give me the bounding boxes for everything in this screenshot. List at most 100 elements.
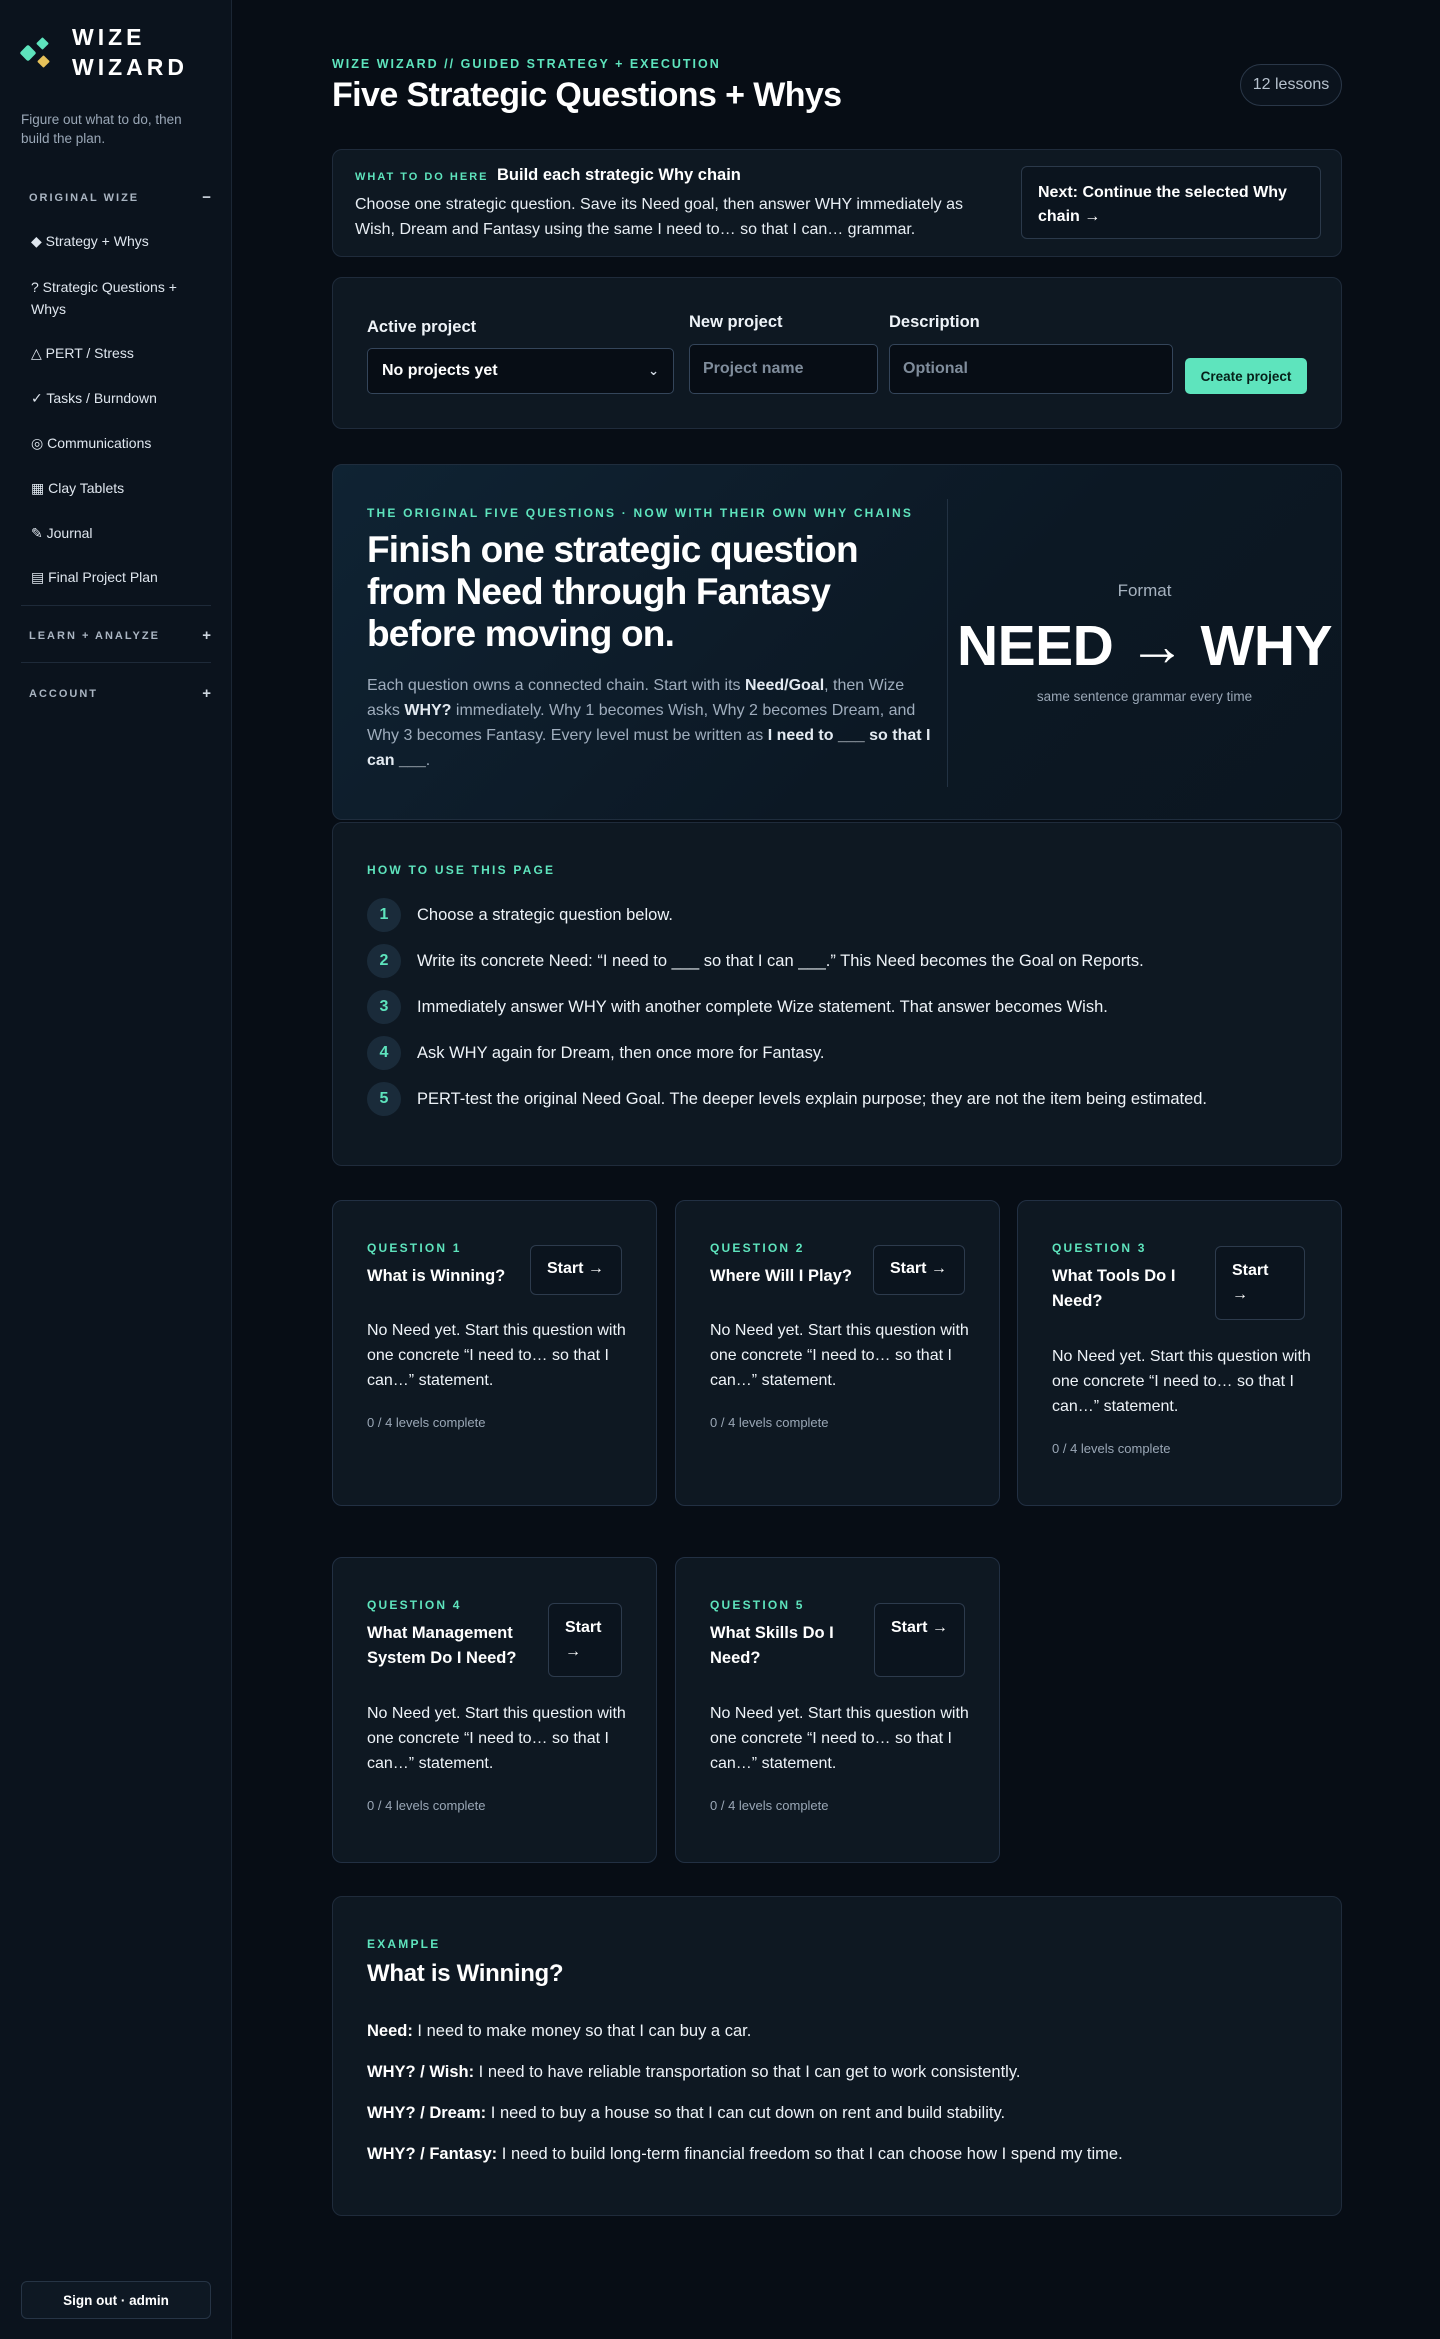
how-to-eyebrow: HOW TO USE THIS PAGE bbox=[367, 863, 556, 877]
question-body: No Need yet. Start this question with on… bbox=[367, 1322, 626, 1389]
question-card-5: QUESTION 5 What Skills Do I Need? Start … bbox=[675, 1557, 1000, 1863]
nav-section-learn-analyze[interactable]: LEARN + ANALYZE + bbox=[29, 627, 211, 644]
sidebar-item-strategy-whys[interactable]: ◆ Strategy + Whys bbox=[31, 230, 209, 252]
example-card: EXAMPLE What is Winning? Need: I need to… bbox=[332, 1896, 1342, 2216]
question-card-2: QUESTION 2 Where Will I Play? Start → No… bbox=[675, 1200, 1000, 1506]
step-number: 2 bbox=[367, 944, 401, 978]
hint-title: Build each strategic Why chain bbox=[497, 166, 741, 184]
logo[interactable]: WIZE WIZARD bbox=[19, 22, 188, 82]
format-subtitle: same sentence grammar every time bbox=[1036, 689, 1253, 704]
logo-diamonds-icon bbox=[19, 35, 54, 69]
question-card-4: QUESTION 4 What Management System Do I N… bbox=[332, 1557, 657, 1863]
step-number: 5 bbox=[367, 1082, 401, 1116]
example-line-fantasy: WHY? / Fantasy: I need to build long-ter… bbox=[367, 2145, 1123, 2163]
sidebar-item-pert-stress[interactable]: △ PERT / Stress bbox=[31, 342, 209, 364]
question-progress: 0 / 4 levels complete bbox=[367, 1798, 486, 1813]
question-progress: 0 / 4 levels complete bbox=[367, 1415, 486, 1430]
start-button[interactable]: Start → bbox=[873, 1245, 965, 1295]
sign-out-button[interactable]: Sign out · admin bbox=[21, 2281, 211, 2319]
start-button[interactable]: Start → bbox=[874, 1603, 965, 1677]
example-line-dream: WHY? / Dream: I need to buy a house so t… bbox=[367, 2104, 1006, 2122]
sidebar-item-communications[interactable]: ◎ Communications bbox=[31, 432, 209, 454]
question-title: What Management System Do I Need? bbox=[367, 1624, 517, 1667]
what-to-do-card: WHAT TO DO HERE Build each strategic Why… bbox=[332, 149, 1342, 257]
step-number: 3 bbox=[367, 990, 401, 1024]
question-eyebrow: QUESTION 4 bbox=[367, 1598, 462, 1612]
logo-line-2: WIZARD bbox=[72, 54, 188, 80]
description-input[interactable]: Optional bbox=[889, 344, 1173, 394]
sidebar-item-final-project-plan[interactable]: ▤ Final Project Plan bbox=[31, 566, 209, 588]
create-project-button[interactable]: Create project bbox=[1185, 358, 1307, 394]
step-text: Ask WHY again for Dream, then once more … bbox=[417, 1043, 825, 1062]
lessons-badge[interactable]: 12 lessons bbox=[1240, 64, 1342, 106]
page-eyebrow: WIZE WIZARD // GUIDED STRATEGY + EXECUTI… bbox=[332, 57, 721, 71]
start-button[interactable]: Start → bbox=[548, 1603, 622, 1677]
nav-section-label: ORIGINAL WIZE bbox=[29, 191, 140, 204]
hint-body: Choose one strategic question. Save its … bbox=[355, 196, 964, 238]
step-4: 4 Ask WHY again for Dream, then once more… bbox=[367, 1036, 824, 1070]
sidebar-item-journal[interactable]: ✎ Journal bbox=[31, 522, 209, 544]
sidebar: WIZE WIZARD Figure out what to do, then … bbox=[0, 0, 232, 2339]
example-line-need: Need: I need to make money so that I can… bbox=[367, 2022, 752, 2040]
question-eyebrow: QUESTION 5 bbox=[710, 1598, 805, 1612]
logo-text: WIZE WIZARD bbox=[72, 22, 188, 82]
tagline: Figure out what to do, then build the pl… bbox=[21, 112, 182, 146]
step-text: Write its concrete Need: “I need to ___ … bbox=[417, 951, 1144, 970]
hero-eyebrow: THE ORIGINAL FIVE QUESTIONS · NOW WITH T… bbox=[367, 506, 914, 520]
start-button[interactable]: Start → bbox=[530, 1245, 622, 1295]
collapse-icon[interactable]: − bbox=[202, 189, 211, 206]
question-eyebrow: QUESTION 1 bbox=[367, 1241, 462, 1255]
sidebar-item-tasks-burndown[interactable]: ✓ Tasks / Burndown bbox=[31, 387, 209, 409]
sidebar-divider bbox=[21, 662, 211, 663]
question-title: What Skills Do I Need? bbox=[710, 1624, 834, 1667]
sidebar-divider bbox=[21, 605, 211, 606]
question-progress: 0 / 4 levels complete bbox=[710, 1798, 829, 1813]
step-text: Immediately answer WHY with another comp… bbox=[417, 997, 1108, 1016]
question-body: No Need yet. Start this question with on… bbox=[710, 1705, 969, 1772]
start-button[interactable]: Start → bbox=[1215, 1246, 1305, 1320]
sidebar-item-clay-tablets[interactable]: ▦ Clay Tablets bbox=[31, 477, 209, 499]
step-1: 1 Choose a strategic question below. bbox=[367, 898, 673, 932]
expand-icon[interactable]: + bbox=[202, 627, 211, 644]
format-need-why: NEED → WHY bbox=[956, 614, 1333, 678]
step-number: 4 bbox=[367, 1036, 401, 1070]
step-2: 2 Write its concrete Need: “I need to ___… bbox=[367, 944, 1144, 978]
question-body: No Need yet. Start this question with on… bbox=[1052, 1348, 1311, 1415]
logo-line-1: WIZE bbox=[72, 24, 146, 50]
format-label: Format bbox=[1117, 581, 1172, 600]
question-card-3: QUESTION 3 What Tools Do I Need? Start →… bbox=[1017, 1200, 1342, 1506]
question-title: Where Will I Play? bbox=[710, 1267, 852, 1285]
question-progress: 0 / 4 levels complete bbox=[710, 1415, 829, 1430]
example-eyebrow: EXAMPLE bbox=[367, 1937, 441, 1951]
step-number: 1 bbox=[367, 898, 401, 932]
chevron-down-icon: ⌄ bbox=[648, 363, 659, 378]
project-name-input[interactable]: Project name bbox=[689, 344, 878, 394]
question-eyebrow: QUESTION 2 bbox=[710, 1241, 805, 1255]
question-title: What is Winning? bbox=[367, 1267, 506, 1285]
question-card-1: QUESTION 1 What is Winning? Start → No N… bbox=[332, 1200, 657, 1506]
step-text: PERT-test the original Need Goal. The de… bbox=[417, 1089, 1208, 1108]
question-body: No Need yet. Start this question with on… bbox=[367, 1705, 626, 1772]
question-progress: 0 / 4 levels complete bbox=[1052, 1441, 1171, 1456]
active-project-value: No projects yet bbox=[382, 362, 498, 379]
step-text: Choose a strategic question below. bbox=[417, 905, 673, 924]
question-body: No Need yet. Start this question with on… bbox=[710, 1322, 969, 1389]
sidebar-item-strategic-questions[interactable]: ? Strategic Questions + Whys bbox=[31, 276, 209, 320]
hint-eyebrow: WHAT TO DO HERE bbox=[355, 171, 489, 183]
nav-section-label: ACCOUNT bbox=[29, 687, 98, 700]
nav-section-original-wize[interactable]: ORIGINAL WIZE − bbox=[29, 189, 211, 206]
description-label: Description bbox=[889, 313, 980, 331]
hero-body: Each question owns a connected chain. St… bbox=[367, 677, 931, 769]
next-continue-button[interactable]: Next: Continue the selected Why chain → bbox=[1021, 166, 1321, 239]
nav-section-account[interactable]: ACCOUNT + bbox=[29, 685, 211, 702]
question-eyebrow: QUESTION 3 bbox=[1052, 1241, 1147, 1255]
expand-icon[interactable]: + bbox=[202, 685, 211, 702]
project-card: Active project No projects yet ⌄ New pro… bbox=[332, 277, 1342, 429]
active-project-select[interactable]: No projects yet ⌄ bbox=[367, 348, 674, 394]
question-title: What Tools Do I Need? bbox=[1052, 1267, 1176, 1310]
how-to-card: HOW TO USE THIS PAGE 1 Choose a strategic… bbox=[332, 822, 1342, 1166]
example-line-wish: WHY? / Wish: I need to have reliable tra… bbox=[367, 2063, 1021, 2081]
step-5: 5 PERT-test the original Need Goal. The d… bbox=[367, 1082, 1207, 1116]
hero-title: Finish one strategic question from Need … bbox=[367, 529, 859, 654]
hero-card: THE ORIGINAL FIVE QUESTIONS · NOW WITH T… bbox=[332, 464, 1342, 820]
